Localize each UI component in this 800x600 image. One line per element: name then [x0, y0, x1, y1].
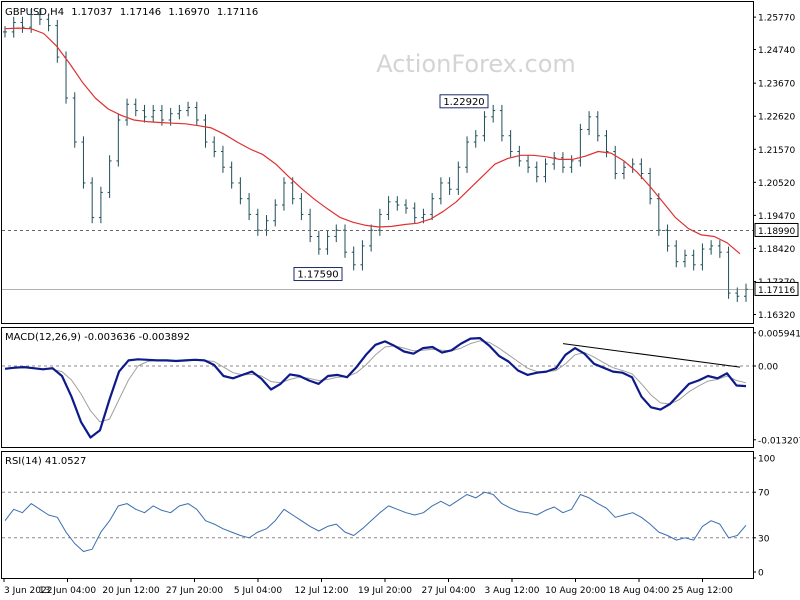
rsi-y-tick-label: 30	[758, 534, 770, 544]
price-y-tick-label: 1.24740	[758, 46, 795, 56]
rsi-y-tick-label: 70	[758, 489, 770, 499]
rsi-title: RSI(14) 41.0527	[5, 456, 86, 467]
price-y-tick-label: 1.25770	[758, 14, 795, 24]
watermark: ActionForex.com	[376, 50, 576, 78]
price-label-text: 1.17116	[758, 286, 795, 296]
header-high: 1.17146	[120, 7, 161, 18]
price-y-tick-label: 1.23670	[758, 80, 795, 90]
swing-label-text: 1.22920	[443, 97, 484, 108]
x-tick-label: 19 Jul 20:00	[358, 586, 412, 596]
macd-y-tick-label: 0.005941	[758, 329, 800, 339]
macd-y-tick-label: 0.00	[758, 362, 778, 372]
x-tick-label: 20 Jun 12:00	[102, 586, 159, 596]
price-y-tick-label: 1.18420	[758, 245, 795, 255]
price-y-tick-label: 1.16320	[758, 311, 795, 321]
price-y-tick-label: 1.20520	[758, 179, 795, 189]
macd-y-tick-label: -0.013207	[758, 436, 800, 446]
chart-canvas: ActionForex.com GBPUSD,H4 1.17037 1.1714…	[0, 0, 800, 600]
header-open: 1.17037	[71, 7, 112, 18]
x-tick-label: 27 Jul 04:00	[422, 586, 476, 596]
header-symbol: GBPUSD,H4	[5, 7, 64, 18]
x-tick-label: 12 Jul 12:00	[295, 586, 349, 596]
macd-title: MACD(12,26,9) -0.003636 -0.003892	[5, 332, 190, 343]
swing-label-text: 1.17590	[297, 270, 338, 281]
x-tick-label: 25 Aug 12:00	[672, 586, 733, 596]
price-y-tick-label: 1.19470	[758, 212, 795, 222]
price-y-tick-label: 1.22620	[758, 113, 795, 123]
x-tick-label: 18 Aug 04:00	[609, 586, 670, 596]
price-y-tick-label: 1.21570	[758, 146, 795, 156]
x-tick-label: 27 Jun 20:00	[166, 586, 223, 596]
x-tick-label: 13 Jun 04:00	[39, 586, 96, 596]
header-low: 1.16970	[168, 7, 209, 18]
price-header: GBPUSD,H4 1.17037 1.17146 1.16970 1.1711…	[5, 7, 258, 18]
rsi-y-tick-label: 0	[758, 569, 764, 579]
x-tick-label: 5 Jul 04:00	[234, 586, 283, 596]
rsi-y-tick-label: 100	[758, 455, 775, 465]
price-label-text: 1.18990	[758, 227, 795, 237]
header-close: 1.17116	[217, 7, 258, 18]
x-tick-label: 3 Aug 12:00	[485, 586, 540, 596]
x-tick-label: 10 Aug 20:00	[545, 586, 606, 596]
